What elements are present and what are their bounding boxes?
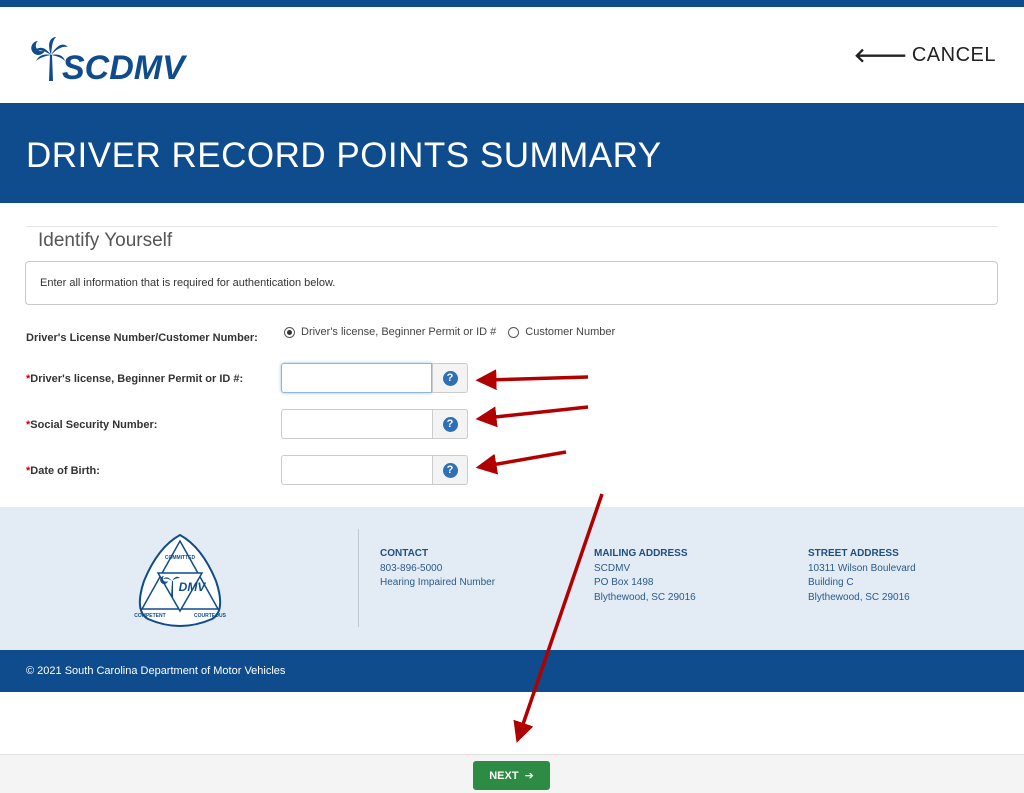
- street-line-3: Blythewood, SC 29016: [808, 591, 910, 603]
- mailing-line-1: SCDMV: [594, 562, 631, 574]
- question-circle-icon: ?: [442, 462, 458, 478]
- ssn-label-text: Social Security Number:: [30, 419, 158, 431]
- license-number-label-text: Driver's license, Beginner Permit or ID …: [30, 373, 244, 385]
- arrow-right-icon: ➔: [524, 770, 534, 782]
- street-heading: STREET ADDRESS: [808, 548, 899, 559]
- dob-group: ?: [281, 455, 468, 485]
- mailing-line-3: Blythewood, SC 29016: [594, 591, 696, 603]
- street-line-2: Building C: [808, 577, 854, 588]
- copyright-bar: © 2021 South Carolina Department of Moto…: [0, 650, 1024, 692]
- dob-input[interactable]: [281, 455, 432, 485]
- dob-label: *Date of Birth:: [26, 465, 100, 477]
- footer-street-address: STREET ADDRESS 10311 Wilson Boulevard Bu…: [808, 547, 916, 605]
- annotation-arrow-ssn: [475, 405, 589, 428]
- footer-divider: [358, 529, 359, 627]
- instructions-box: Enter all information that is required f…: [25, 261, 998, 305]
- logo-word-committed: COMMITTED: [165, 555, 196, 561]
- id-type-radio-group: Driver's license, Beginner Permit or ID …: [284, 326, 627, 338]
- contact-heading: CONTACT: [380, 548, 429, 559]
- license-number-help-button[interactable]: ?: [432, 363, 468, 393]
- section-title: Identify Yourself: [38, 230, 173, 251]
- dmv-triangle-logo: COMMITTED DMV COMPETENT COURTEOUS: [134, 533, 227, 627]
- top-accent-bar: [0, 0, 1024, 7]
- cancel-button[interactable]: 🡐 CANCEL: [854, 43, 996, 68]
- arrow-left-icon: 🡐: [853, 45, 908, 67]
- license-number-input[interactable]: [281, 363, 432, 393]
- copyright-text: © 2021 South Carolina Department of Moto…: [26, 665, 286, 677]
- instructions-text: Enter all information that is required f…: [40, 277, 336, 289]
- scdmv-logo[interactable]: SCDMV: [24, 31, 194, 87]
- logo-word-competent: COMPETENT: [134, 613, 165, 619]
- mailing-line-2: PO Box 1498: [594, 577, 654, 588]
- cancel-label: CANCEL: [911, 44, 996, 66]
- next-label: NEXT: [489, 769, 519, 782]
- dob-help-button[interactable]: ?: [432, 455, 468, 485]
- radio-customer-number[interactable]: [508, 326, 520, 338]
- question-circle-icon: ?: [442, 416, 458, 432]
- logo-word-courteous: COURTEOUS: [194, 613, 227, 619]
- radio-customer-number-label[interactable]: Customer Number: [525, 326, 615, 338]
- ssn-input[interactable]: [281, 409, 432, 439]
- street-line-1: 10311 Wilson Boulevard: [808, 562, 916, 574]
- next-button[interactable]: NEXT ➔: [473, 761, 550, 790]
- footer-contact: CONTACT 803-896-5000 Hearing Impaired Nu…: [380, 547, 495, 591]
- page: SCDMV 🡐 CANCEL DRIVER RECORD POINTS SUMM…: [0, 0, 1024, 793]
- radio-drivers-license[interactable]: [284, 326, 295, 338]
- question-circle-icon: ?: [442, 370, 458, 386]
- logo-word-dmv: DMV: [179, 580, 207, 594]
- annotation-arrow-dob: [475, 450, 567, 475]
- id-type-label: Driver's License Number/Customer Number:: [26, 332, 258, 344]
- license-number-group: ?: [281, 363, 468, 393]
- ssn-label: *Social Security Number:: [26, 419, 157, 431]
- mailing-heading: MAILING ADDRESS: [594, 548, 688, 559]
- page-banner: DRIVER RECORD POINTS SUMMARY: [0, 103, 1024, 203]
- contact-phone[interactable]: 803-896-5000: [380, 562, 495, 577]
- logo-text: SCDMV: [62, 49, 188, 87]
- section-divider: [26, 226, 998, 227]
- site-header: SCDMV 🡐 CANCEL: [0, 7, 1024, 103]
- annotation-arrow-license: [475, 369, 589, 391]
- ssn-help-button[interactable]: ?: [432, 409, 468, 439]
- page-title: DRIVER RECORD POINTS SUMMARY: [26, 136, 662, 175]
- ssn-group: ?: [281, 409, 468, 439]
- radio-drivers-license-label[interactable]: Driver's license, Beginner Permit or ID …: [301, 326, 496, 338]
- dob-label-text: Date of Birth:: [30, 465, 100, 477]
- contact-hearing-impaired[interactable]: Hearing Impaired Number: [380, 576, 495, 591]
- site-footer: COMMITTED DMV COMPETENT COURTEOUS CONTAC…: [0, 507, 1024, 650]
- license-number-label: *Driver's license, Beginner Permit or ID…: [26, 373, 243, 385]
- footer-mailing-address: MAILING ADDRESS SCDMV PO Box 1498 Blythe…: [594, 547, 696, 605]
